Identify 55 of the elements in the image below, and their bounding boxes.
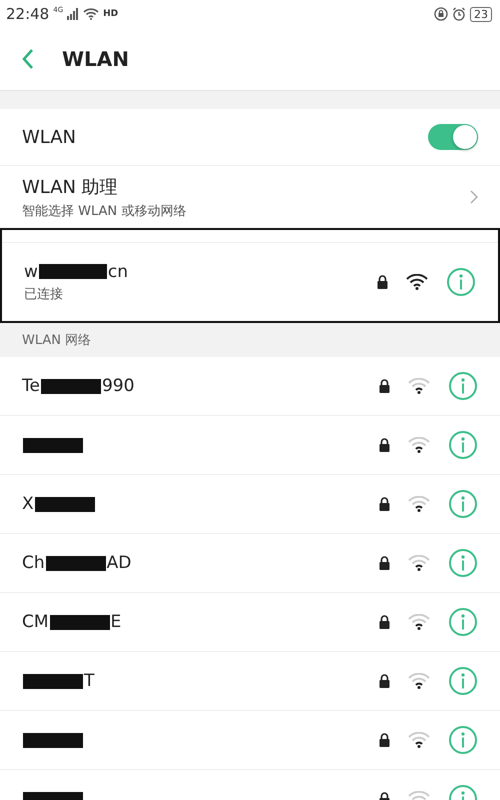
alarm-icon xyxy=(452,7,466,21)
network-name: Ch xyxy=(22,553,45,573)
network-name: Te xyxy=(22,376,40,396)
wifi-signal-icon xyxy=(408,673,430,689)
info-icon[interactable] xyxy=(448,607,478,637)
lock-icon xyxy=(379,615,390,629)
network-name: 990 xyxy=(102,376,134,396)
signal-icon xyxy=(67,8,80,20)
wifi-signal-icon xyxy=(408,378,430,394)
lock-icon xyxy=(379,497,390,511)
setting-label[interactable]: WLAN 助理 xyxy=(22,174,186,198)
network-row[interactable]: X xyxy=(0,475,500,534)
info-icon[interactable] xyxy=(448,371,478,401)
info-icon[interactable] xyxy=(448,430,478,460)
lock-icon xyxy=(379,438,390,452)
setting-label: WLAN xyxy=(22,126,76,148)
network-name: X xyxy=(22,494,34,514)
setting-description: 智能选择 WLAN 或移动网络 xyxy=(22,202,186,220)
network-name: w xyxy=(24,262,38,282)
info-icon[interactable] xyxy=(446,267,476,297)
wlan-toggle[interactable] xyxy=(428,124,478,150)
lock-icon xyxy=(377,275,388,289)
lock-icon xyxy=(379,733,390,747)
network-name: CM xyxy=(22,612,49,632)
hd-indicator: HD xyxy=(103,9,118,19)
info-icon[interactable] xyxy=(448,548,478,578)
network-name: T xyxy=(84,671,94,691)
lock-icon xyxy=(379,379,390,393)
network-name: AD xyxy=(106,553,132,573)
network-name: cn xyxy=(108,262,128,282)
network-row[interactable]: CM E xyxy=(0,593,500,652)
network-row[interactable]: Te 990 xyxy=(0,357,500,416)
wifi-signal-icon xyxy=(408,732,430,748)
chevron-right-icon[interactable] xyxy=(470,190,478,204)
status-time: 22:48 xyxy=(6,5,50,23)
network-row[interactable]: T xyxy=(0,652,500,711)
wifi-icon xyxy=(83,8,100,20)
lock-icon xyxy=(379,674,390,688)
wifi-signal-icon xyxy=(408,555,430,571)
network-name: E xyxy=(110,612,122,632)
lock-icon xyxy=(379,556,390,570)
info-icon[interactable] xyxy=(448,725,478,755)
page-title: WLAN xyxy=(62,47,130,71)
wifi-signal-icon xyxy=(408,437,430,453)
lock-rotation-icon xyxy=(434,7,448,21)
wifi-signal-icon xyxy=(408,614,430,630)
network-row[interactable]: Ch AD xyxy=(0,534,500,593)
back-icon[interactable] xyxy=(22,48,34,70)
section-title: WLAN 网络 xyxy=(22,332,92,349)
battery-indicator: 23 xyxy=(470,6,492,22)
wifi-signal-icon xyxy=(408,496,430,512)
connection-status: 已连接 xyxy=(24,286,64,302)
info-icon[interactable] xyxy=(448,666,478,696)
info-icon[interactable] xyxy=(448,489,478,519)
wifi-signal-icon xyxy=(406,274,428,290)
